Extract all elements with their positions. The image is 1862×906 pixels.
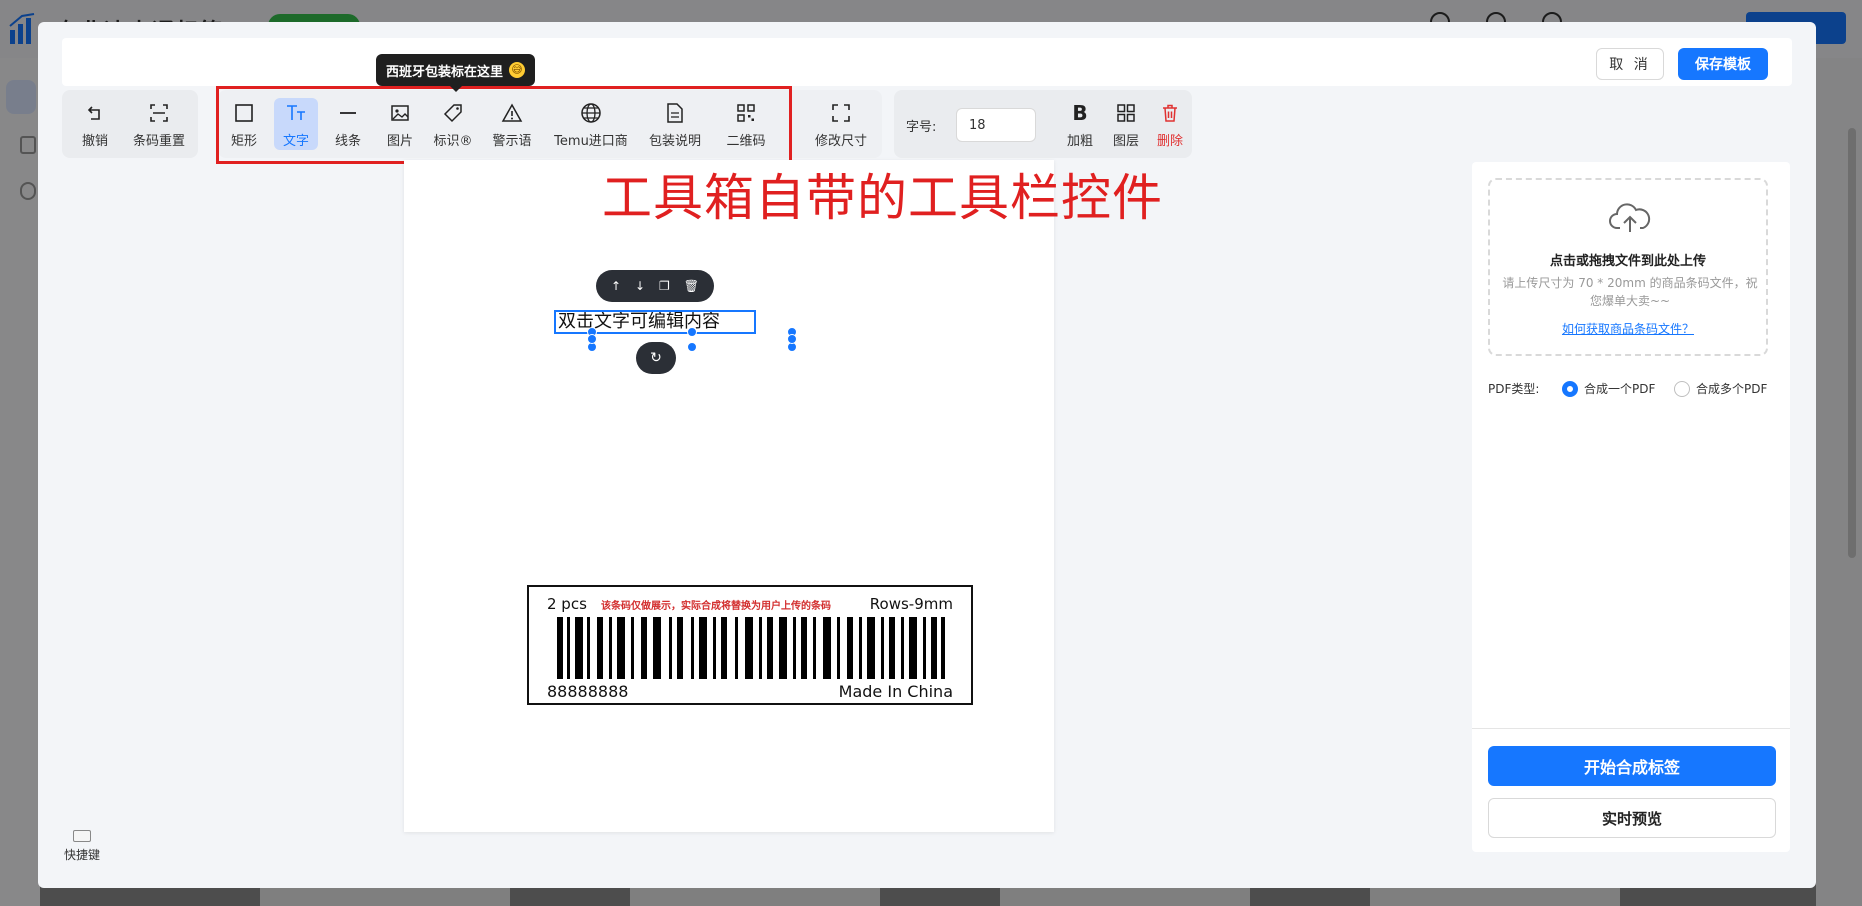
annotation-text: 工具箱自带的工具栏控件 xyxy=(602,169,1163,227)
image-icon xyxy=(387,100,413,126)
fullscreen-icon xyxy=(828,100,854,126)
spain-label-tooltip: 西班牙包装标在这里 😅 xyxy=(376,54,536,92)
pdf-option-multi[interactable]: 合成多个PDF xyxy=(1674,380,1767,397)
text-element[interactable]: 双击文字可编辑内容 xyxy=(554,310,756,334)
mark-tool[interactable]: 标识® xyxy=(428,98,478,150)
image-tool[interactable]: 图片 xyxy=(378,98,422,150)
qrcode-tool[interactable]: 二维码 xyxy=(718,98,774,150)
barcode-origin: Made In China xyxy=(838,682,953,701)
radio-unchecked-icon xyxy=(1674,380,1690,397)
cancel-button[interactable]: 取 消 xyxy=(1596,48,1664,80)
line-icon xyxy=(335,100,361,126)
layers-icon xyxy=(1113,100,1139,126)
warning-tool[interactable]: 警示语 xyxy=(484,98,540,150)
style-toolbar: B 加粗 图层 删除 xyxy=(894,90,1192,158)
bold-button[interactable]: B 加粗 xyxy=(1060,98,1100,150)
rect-icon xyxy=(231,100,257,126)
upload-title: 点击或拖拽文件到此处上传 xyxy=(1549,254,1706,269)
text-icon xyxy=(283,100,309,126)
cloud-upload-icon xyxy=(1609,203,1651,232)
resize-handle[interactable] xyxy=(687,342,697,352)
scan-reset-icon xyxy=(146,100,172,126)
layer-button[interactable]: 图层 xyxy=(1106,98,1146,150)
grin-sweat-emoji-icon: 😅 xyxy=(509,62,526,78)
resize-handle[interactable] xyxy=(687,327,697,337)
barcode-bars xyxy=(557,617,945,679)
bold-icon: B xyxy=(1072,101,1088,125)
pdf-option-single[interactable]: 合成一个PDF xyxy=(1562,380,1655,397)
rotate-icon: ↻ xyxy=(650,350,662,366)
rect-tool[interactable]: 矩形 xyxy=(222,98,266,150)
temu-importer-tool[interactable]: Temu进口商 xyxy=(548,98,634,150)
reset-barcode-button[interactable]: 条码重置 xyxy=(124,98,194,150)
pack-desc-tool[interactable]: 包装说明 xyxy=(642,98,708,150)
label-canvas[interactable] xyxy=(404,160,1054,832)
barcode-number: 88888888 xyxy=(547,682,629,701)
element-toolbar: 矩形 文字 线条 图片 标识® 警示语 Temu进口商 包装说明 二维码 修改尺… xyxy=(218,90,882,158)
rotate-button[interactable]: ↻ xyxy=(636,342,676,374)
shortcut-button[interactable]: 快捷键 xyxy=(62,830,102,863)
save-template-button[interactable]: 保存模板 xyxy=(1678,48,1768,80)
tag-icon xyxy=(440,100,466,126)
move-down-icon[interactable]: ↓ xyxy=(635,279,645,293)
delete-button[interactable]: 删除 xyxy=(1152,98,1188,150)
radio-checked-icon xyxy=(1562,380,1578,397)
how-to-get-barcode-link[interactable]: 如何获取商品条码文件？ xyxy=(1490,320,1766,337)
qrcode-icon xyxy=(733,100,759,126)
resize-handle[interactable] xyxy=(587,334,597,344)
element-mini-toolbar: ↑ ↓ ❐ 🗑 xyxy=(596,270,714,302)
upload-hint: 请上传尺寸为 70 * 20mm 的商品条码文件，祝您爆单大卖~~ xyxy=(1502,276,1758,308)
font-size-input[interactable] xyxy=(956,108,1036,142)
panel-divider xyxy=(1472,728,1790,729)
globe-icon xyxy=(578,100,604,126)
resize-handle[interactable] xyxy=(787,334,797,344)
warning-icon xyxy=(499,100,525,126)
undo-button[interactable]: 撤销 xyxy=(68,98,122,150)
copy-icon[interactable]: ❐ xyxy=(659,279,670,293)
barcode-element[interactable]: 2 pcs 该条码仅做展示，实际合成将替换为用户上传的条码 Rows-9mm 8… xyxy=(527,585,973,705)
barcode-note: 该条码仅做展示，实际合成将替换为用户上传的条码 xyxy=(601,601,831,612)
text-tool[interactable]: 文字 xyxy=(274,98,318,150)
modal-topbar xyxy=(62,38,1792,86)
pdf-type-label: PDF类型: xyxy=(1488,382,1540,396)
document-icon xyxy=(662,100,688,126)
history-toolbar: 撤销 条码重置 xyxy=(62,90,198,158)
live-preview-button[interactable]: 实时预览 xyxy=(1488,798,1776,838)
trash-icon xyxy=(1157,100,1183,126)
move-up-icon[interactable]: ↑ xyxy=(611,279,621,293)
barcode-qty: 2 pcs xyxy=(547,595,587,613)
undo-icon xyxy=(82,100,108,126)
barcode-upload-dropzone[interactable]: 点击或拖拽文件到此处上传 请上传尺寸为 70 * 20mm 的商品条码文件，祝您… xyxy=(1488,178,1768,356)
line-tool[interactable]: 线条 xyxy=(326,98,370,150)
font-size-label: 字号: xyxy=(906,120,937,135)
barcode-rows: Rows-9mm xyxy=(869,595,953,613)
start-compose-button[interactable]: 开始合成标签 xyxy=(1488,746,1776,786)
trash-icon[interactable]: 🗑 xyxy=(684,279,699,293)
keyboard-icon xyxy=(73,830,91,842)
resize-tool[interactable]: 修改尺寸 xyxy=(808,98,874,150)
